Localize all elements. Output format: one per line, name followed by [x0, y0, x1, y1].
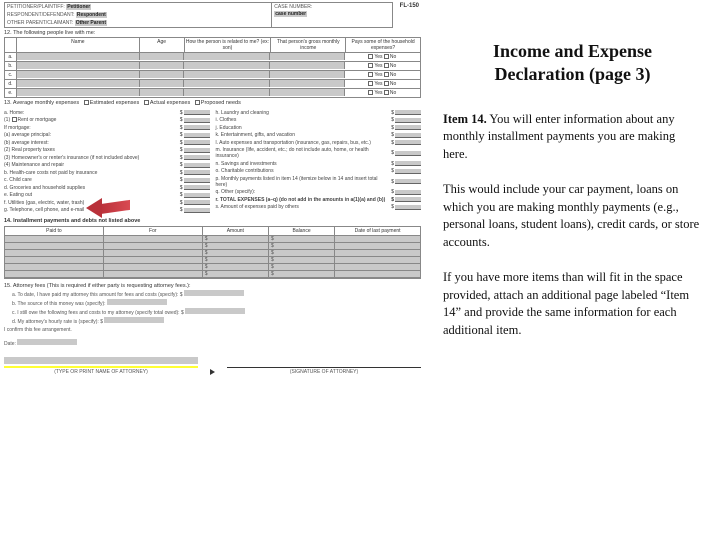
respondent-label: RESPONDENT/DEFENDANT:	[7, 12, 75, 18]
table-row	[5, 250, 420, 257]
attorney-fees-lines: a. To date, I have paid my attorney this…	[4, 290, 421, 325]
expense-line: d. Groceries and household supplies$	[4, 185, 210, 191]
expense-line: b. Health-care costs not paid by insuran…	[4, 170, 210, 176]
callout-arrow-icon	[88, 198, 130, 218]
expense-line: o. Charitable contributions$	[216, 168, 422, 174]
petitioner-label: PETITIONER/PLAINTIFF:	[7, 4, 65, 10]
table-row: c.Yes No	[5, 70, 420, 79]
expense-line: If mortgage:$	[4, 125, 210, 131]
expense-line: n. Savings and investments$	[216, 161, 422, 167]
fee-line: a. To date, I have paid my attorney this…	[12, 290, 421, 298]
section-13-title: 13. Average monthly expenses Estimated e…	[4, 100, 421, 106]
panel-paragraph-3: If you have more items than will fit in …	[443, 269, 702, 339]
type-name-caption: (TYPE OR PRINT NAME OF ATTORNEY)	[4, 369, 198, 375]
expense-line: k. Entertainment, gifts, and vacation$	[216, 132, 422, 138]
expense-line: c. Child care$	[4, 177, 210, 183]
table-row: d.Yes No	[5, 79, 420, 88]
panel-paragraph-1: Item 14. You will enter information abou…	[443, 111, 702, 164]
respondent-value: Respondent	[76, 12, 107, 18]
col-balance: Balance	[269, 227, 335, 236]
section-14: 14. Installment payments and debts not l…	[4, 218, 421, 279]
form-code: FL-150	[393, 2, 421, 28]
expense-line: (a) average principal:$	[4, 132, 210, 138]
col-age: Age	[140, 38, 185, 52]
expense-line: j. Education$	[216, 125, 422, 131]
expense-line: q. Other (specify):$	[216, 189, 422, 195]
table-row: e.Yes No	[5, 88, 420, 97]
highlight-underline	[4, 366, 198, 368]
expense-line: p. Monthly payments listed in item 14 (i…	[216, 176, 422, 188]
signature-caption: (SIGNATURE OF ATTORNEY)	[227, 369, 421, 375]
case-number-value: case number	[274, 11, 307, 17]
explainer-panel: Income and Expense Declaration (page 3) …	[425, 0, 720, 540]
section-14-title: 14. Installment payments and debts not l…	[4, 218, 421, 224]
case-number-label: CASE NUMBER:	[274, 4, 390, 10]
expense-line: (b) average interest:$	[4, 140, 210, 146]
table-row	[5, 271, 420, 278]
panel-paragraph-2: This would include your car payment, loa…	[443, 181, 702, 251]
other-parent-value: Other Parent	[75, 20, 107, 26]
confirm-text: I confirm this fee arrangement.	[4, 327, 421, 333]
household-table: Name Age How the person is related to me…	[4, 37, 421, 98]
fee-line: d. My attorney's hourly rate is (specify…	[12, 317, 421, 325]
section-15-title: 15. Attorney fees (This is required if e…	[4, 283, 421, 289]
table-row: b.Yes No	[5, 61, 420, 70]
section-12-title: 12. The following people live with me:	[4, 30, 421, 36]
triangle-icon	[210, 369, 215, 375]
expense-line: (1) Rent or mortgage$	[4, 117, 210, 123]
fee-line: c. I still owe the following fees and co…	[12, 308, 421, 316]
expense-line: (2) Real property taxes$	[4, 147, 210, 153]
expense-line: s. Amount of expenses paid by others$	[216, 204, 422, 210]
col-pays: Pays some of the household expenses?	[346, 38, 420, 52]
expense-line: h. Laundry and cleaning$	[216, 110, 422, 116]
table-row	[5, 236, 420, 243]
installment-table: Paid to For Amount Balance Date of last …	[4, 226, 421, 279]
expense-line: r. TOTAL EXPENSES (a–q) (do not add in t…	[216, 197, 422, 203]
col-name: Name	[17, 38, 140, 52]
other-parent-label: OTHER PARENT/CLAIMANT:	[7, 20, 73, 26]
table-row	[5, 257, 420, 264]
form-page-image: PETITIONER/PLAINTIFF: Petitioner RESPOND…	[0, 0, 425, 540]
date-label: Date:	[4, 341, 16, 347]
fee-line: b. The source of this money was (specify…	[12, 299, 421, 307]
expense-line: a. Home:$	[4, 110, 210, 116]
col-for: For	[104, 227, 203, 236]
petitioner-value: Petitioner	[66, 4, 91, 10]
table-row: a.Yes No	[5, 52, 420, 61]
col-income: That person's gross monthly income	[271, 38, 346, 52]
table-row	[5, 264, 420, 271]
expense-line: (4) Maintenance and repair$	[4, 162, 210, 168]
expense-line: (3) Homeowner's or renter's insurance (i…	[4, 155, 210, 161]
expense-line: i. Clothes$	[216, 117, 422, 123]
signature-area: Date: (TYPE OR PRINT NAME OF ATTORNEY) (…	[4, 339, 421, 375]
page-title: Income and Expense Declaration (page 3)	[443, 40, 702, 87]
col-paid-to: Paid to	[5, 227, 104, 236]
col-relation: How the person is related to me? (ex: so…	[185, 38, 272, 52]
expenses-columns: a. Home:$(1) Rent or mortgage$ If mortgag…	[4, 108, 421, 215]
col-last-payment: Date of last payment	[335, 227, 420, 236]
expense-line: l. Auto expenses and transportation (ins…	[216, 140, 422, 146]
col-amount: Amount	[203, 227, 269, 236]
expense-line: m. Insurance (life, accident, etc.; do n…	[216, 147, 422, 159]
table-row	[5, 243, 420, 250]
